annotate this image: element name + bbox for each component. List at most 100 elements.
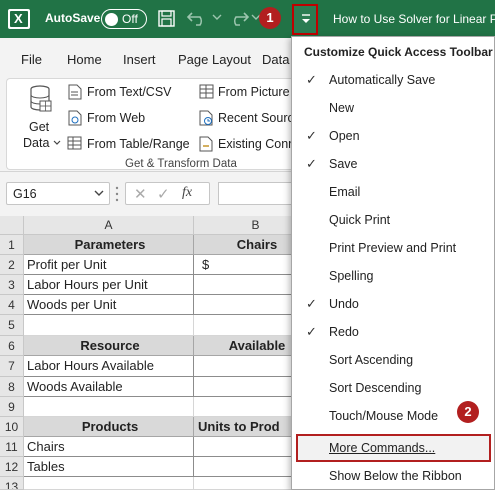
row-header[interactable]: 1 [0,235,24,255]
cell-a13[interactable] [24,477,194,490]
from-text-csv-button[interactable]: From Text/CSV [87,85,172,99]
cell-a7[interactable]: Labor Hours Available [24,356,194,377]
chevron-down-icon [53,140,61,145]
toggle-knob [105,12,118,26]
menu-item-quick-print[interactable]: Quick Print [292,206,494,234]
name-box[interactable]: G16 [6,182,110,205]
database-icon [30,85,52,112]
row-header[interactable]: 5 [0,315,24,336]
excel-logo-icon: X [8,9,30,29]
from-table-range-button[interactable]: From Table/Range [87,137,190,151]
title-bar: X AutoSave Off 1 How to Use Solver for L… [0,0,495,38]
menu-item-label: Show Below the Ribbon [329,469,462,483]
menu-item-show-below-ribbon[interactable]: Show Below the Ribbon [292,462,494,490]
menu-item-sort-descending[interactable]: Sort Descending [292,374,494,402]
check-icon: ✓ [306,296,317,311]
step-badge-2: 2 [457,401,479,423]
customize-qat-button[interactable] [292,4,318,35]
row-header[interactable]: 3 [0,275,24,295]
formula-buttons: ✕ ✓ fx [125,182,210,205]
tab-insert[interactable]: Insert [123,52,156,67]
get-data-button[interactable]: Get Data [17,83,61,153]
text-file-icon [68,84,82,100]
row-header[interactable]: 11 [0,437,24,457]
row-header[interactable]: 7 [0,356,24,377]
menu-item-label: Email [329,185,361,199]
menu-item-email[interactable]: Email [292,178,494,206]
menu-item-automatically-save[interactable]: ✓ Automatically Save [292,66,494,94]
row-header[interactable]: 9 [0,397,24,417]
autosave-label: AutoSave [45,11,101,25]
menu-item-new[interactable]: New [292,94,494,122]
from-picture-button[interactable]: From Picture [218,85,290,99]
chevron-down-icon [94,190,104,196]
menu-item-label: Redo [329,325,359,339]
cell-a4[interactable]: Woods per Unit [24,295,194,315]
menu-item-label: Save [329,157,358,171]
menu-item-label: Touch/Mouse Mode [329,409,439,423]
cell-a11[interactable]: Chairs [24,437,194,457]
document-title: How to Use Solver for Linear Pr [333,12,495,26]
menu-item-save[interactable]: ✓ Save [292,150,494,178]
formula-input[interactable] [218,182,298,205]
menu-item-redo[interactable]: ✓ Redo [292,318,494,346]
menu-item-label: Sort Descending [329,381,422,395]
cell-a5[interactable] [24,315,194,336]
cell-a8[interactable]: Woods Available [24,377,194,397]
column-header-a[interactable]: A [24,216,194,235]
menu-item-spelling[interactable]: Spelling [292,262,494,290]
cell-a2[interactable]: Profit per Unit [24,255,194,275]
redo-icon[interactable] [226,9,250,27]
insert-function-button[interactable]: fx [182,185,192,201]
autosave-toggle[interactable]: Off [101,9,147,29]
from-web-button[interactable]: From Web [87,111,145,125]
get-data-label-line1: Get [29,120,50,134]
more-options-icon[interactable] [114,185,120,203]
undo-icon[interactable] [186,9,210,27]
web-page-icon [68,110,82,126]
tab-file[interactable]: File [21,52,42,67]
cell-a12[interactable]: Tables [24,457,194,477]
row-header[interactable]: 10 [0,417,24,437]
row-header[interactable]: 12 [0,457,24,477]
cell-a9[interactable] [24,397,194,417]
cell-a10[interactable]: Products [24,417,194,437]
menu-item-undo[interactable]: ✓ Undo [292,290,494,318]
chevron-down-icon [302,14,310,23]
tab-page-layout[interactable]: Page Layout [178,52,251,67]
picture-table-icon [199,84,214,99]
cell-a6[interactable]: Resource [24,336,194,356]
menu-item-open[interactable]: ✓ Open [292,122,494,150]
row-header[interactable]: 4 [0,295,24,315]
recent-sources-button[interactable]: Recent Source [218,111,301,125]
group-label: Get & Transform Data [125,158,237,170]
existing-connections-button[interactable]: Existing Conn [218,137,295,151]
tab-data[interactable]: Data [262,52,289,67]
menu-item-label: Sort Ascending [329,353,414,367]
select-all-corner[interactable] [0,216,24,235]
menu-item-label: Undo [329,297,359,311]
row-header[interactable]: 8 [0,377,24,397]
row-header[interactable]: 13 [0,477,24,490]
menu-item-label: Quick Print [329,213,391,227]
check-icon: ✓ [306,72,317,87]
menu-item-print-preview[interactable]: Print Preview and Print [292,234,494,262]
check-icon: ✓ [306,128,317,143]
cancel-icon[interactable]: ✕ [134,185,147,203]
menu-title: Customize Quick Access Toolbar [304,45,493,59]
row-header[interactable]: 2 [0,255,24,275]
save-icon[interactable] [158,10,175,27]
cell-a1[interactable]: Parameters [24,235,194,255]
row-header[interactable]: 6 [0,336,24,356]
table-icon [67,136,82,150]
cell-a3[interactable]: Labor Hours per Unit [24,275,194,295]
undo-dropdown-icon[interactable] [212,12,222,22]
tab-home[interactable]: Home [67,52,102,67]
menu-item-sort-ascending[interactable]: Sort Ascending [292,346,494,374]
get-data-label-line2: Data [23,136,50,150]
autosave-state: Off [122,12,138,26]
menu-item-label: Open [329,129,360,143]
menu-item-label: New [329,101,355,115]
enter-icon[interactable]: ✓ [157,185,170,203]
menu-item-more-commands[interactable]: More Commands... [296,434,491,462]
